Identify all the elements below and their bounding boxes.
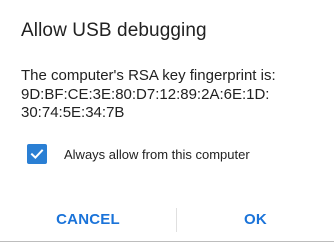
- message-line: The computer's RSA key fingerprint is:: [21, 67, 276, 84]
- cancel-button[interactable]: CANCEL: [0, 198, 176, 242]
- dialog-button-bar: CANCEL OK: [0, 198, 334, 242]
- usb-debugging-dialog: Allow USB debugging The computer's RSA k…: [0, 0, 334, 241]
- always-allow-checkbox[interactable]: [27, 144, 47, 164]
- fingerprint-line: 30:74:5E:34:7B: [21, 104, 125, 121]
- dialog-title: Allow USB debugging: [21, 20, 207, 41]
- ok-button[interactable]: OK: [177, 198, 334, 242]
- fingerprint-line: 9D:BF:CE:3E:80:D7:12:89:2A:6E:1D:: [21, 85, 270, 103]
- always-allow-option[interactable]: Always allow from this computer: [27, 141, 250, 167]
- checkmark-icon: [30, 149, 44, 160]
- always-allow-label: Always allow from this computer: [64, 146, 250, 162]
- dialog-message: The computer's RSA key fingerprint is: 9…: [21, 67, 326, 123]
